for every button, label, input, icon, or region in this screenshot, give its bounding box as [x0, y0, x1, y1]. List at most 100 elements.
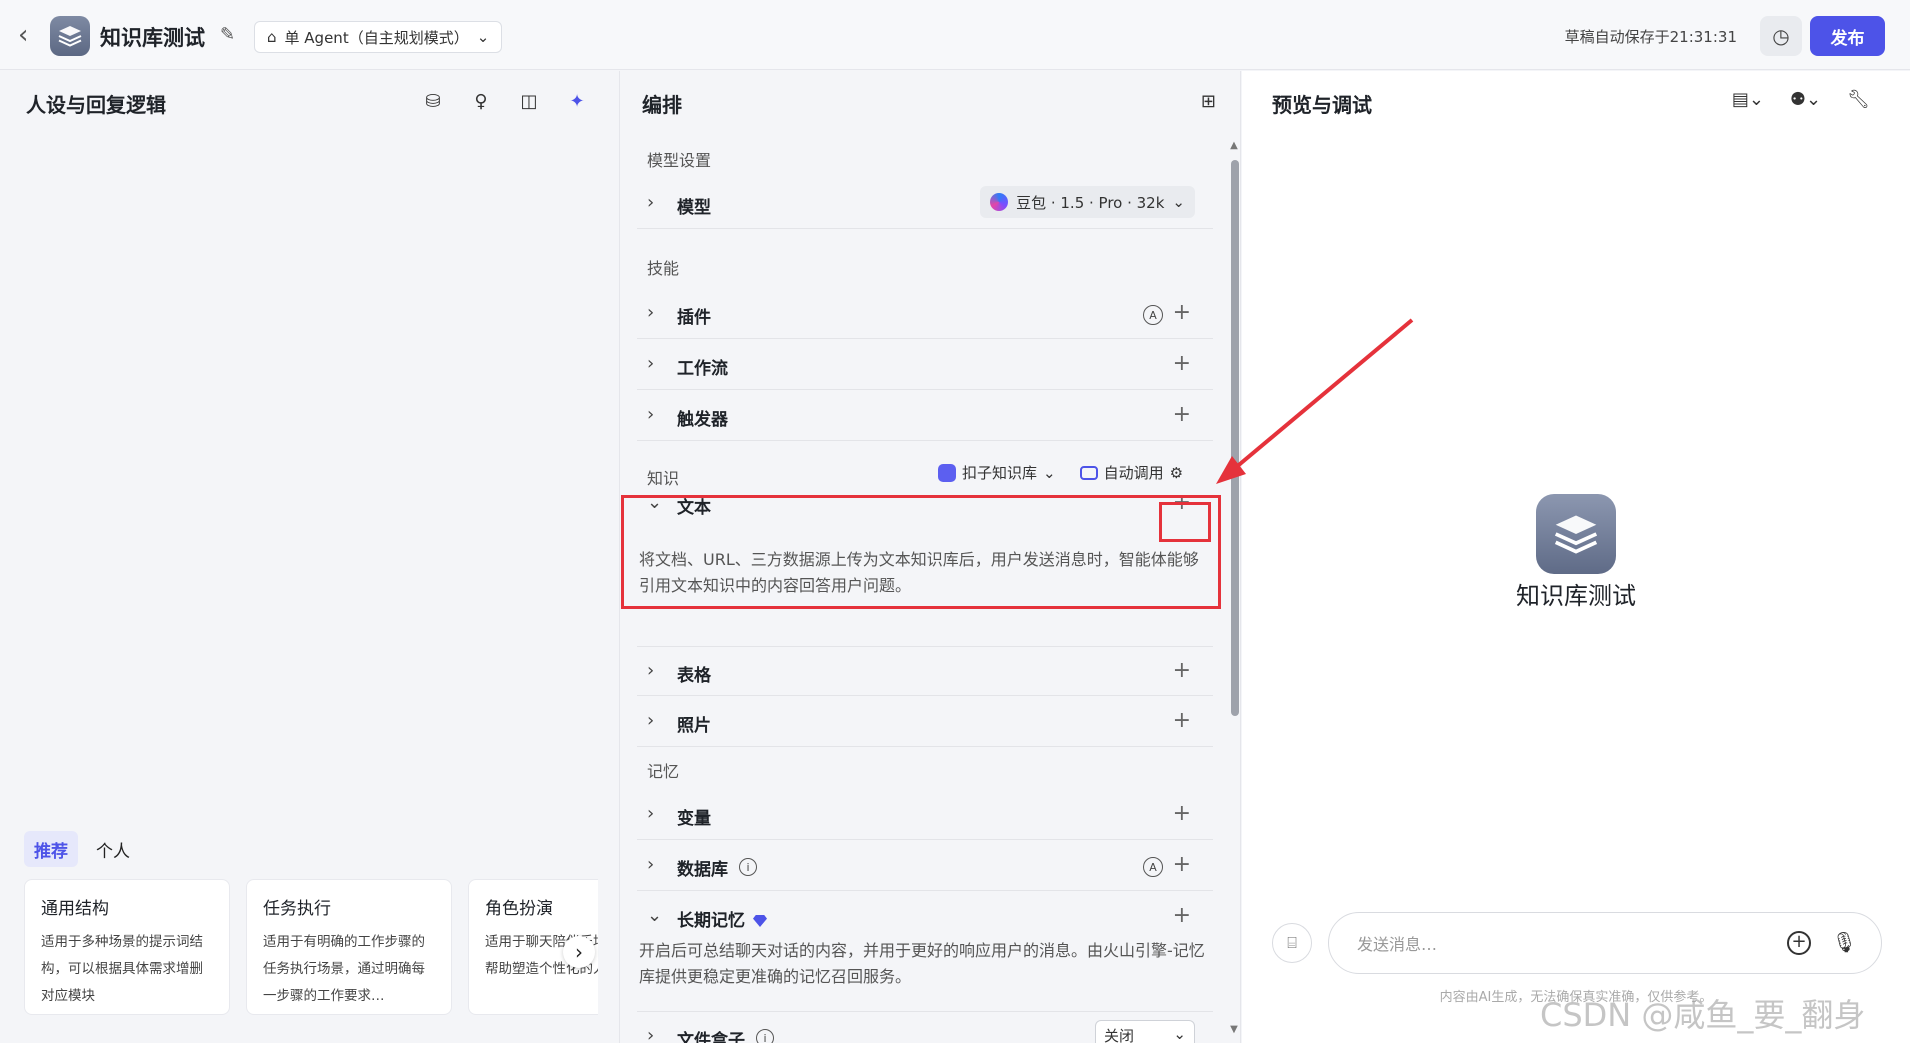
- edit-icon[interactable]: ✎: [220, 24, 242, 46]
- model-select[interactable]: 豆包 · 1.5 · Pro · 32k ⌄: [980, 186, 1195, 218]
- publish-button[interactable]: 发布: [1810, 16, 1885, 56]
- scroll-down-arrow[interactable]: ▼: [1228, 1024, 1240, 1036]
- long-term-memory-row[interactable]: ⌄ 长期记忆 +: [637, 892, 1213, 942]
- persona-panel: 人设与回复逻辑 ⛁ ♀ ◫ ✦ 推荐 个人 通用结构 适用于多种场景的提示词结构…: [0, 71, 620, 1043]
- model-label: 模型: [677, 198, 711, 218]
- long-term-memory-label: 长期记忆: [677, 906, 767, 931]
- template-cards: 通用结构 适用于多种场景的提示词结构，可以根据具体需求增删对应模块 任务执行 适…: [24, 879, 598, 1029]
- add-ltm-icon[interactable]: +: [1173, 903, 1191, 928]
- robot-icon: [1079, 465, 1098, 480]
- database-row[interactable]: › 数据库 i A +: [637, 841, 1213, 891]
- file-box-value: 关闭: [1104, 1027, 1135, 1043]
- auto-icon[interactable]: A: [1143, 857, 1163, 877]
- settings-icon[interactable]: ⚙: [1170, 464, 1183, 482]
- orchestration-title: 编排: [642, 93, 682, 117]
- microphone-icon[interactable]: 🎙︎: [1832, 930, 1857, 954]
- debug-icon[interactable]: ⚉⌄: [1790, 89, 1821, 110]
- card-title: 通用结构: [41, 899, 109, 919]
- chevron-right-icon: ›: [647, 803, 655, 824]
- ai-optimize-icon[interactable]: ✦: [565, 89, 589, 113]
- template-card[interactable]: 任务执行 适用于有明确的工作步骤的任务执行场景，通过明确每一步骤的工作要求…: [246, 879, 452, 1015]
- add-trigger-icon[interactable]: +: [1173, 402, 1191, 427]
- history-icon: ◷: [1772, 24, 1790, 48]
- variable-row[interactable]: › 变量 +: [637, 790, 1213, 840]
- add-plugin-icon[interactable]: +: [1173, 300, 1191, 325]
- kb-auto-call[interactable]: 自动调用 ⚙: [1079, 462, 1183, 483]
- wrench-icon[interactable]: 🔧︎: [1847, 89, 1870, 110]
- add-database-icon[interactable]: +: [1173, 852, 1191, 877]
- model-row[interactable]: › 模型 豆包 · 1.5 · Pro · 32k ⌄: [637, 179, 1213, 229]
- auto-icon[interactable]: A: [1143, 305, 1163, 325]
- file-box-label: 文件盒子: [677, 1031, 745, 1043]
- history-button[interactable]: ◷: [1760, 16, 1802, 56]
- info-icon[interactable]: i: [739, 858, 757, 876]
- workflow-label: 工作流: [677, 359, 728, 379]
- clear-context-button[interactable]: ⌸: [1272, 923, 1312, 963]
- app-title: 知识库测试: [100, 26, 205, 50]
- agent-mode-label: 单 Agent（自主规划模式）: [284, 28, 469, 47]
- chevron-right-icon: ›: [647, 192, 655, 213]
- prompt-library-icon[interactable]: ⛁: [421, 89, 445, 113]
- add-variable-icon[interactable]: +: [1173, 801, 1191, 826]
- table-knowledge-label: 表格: [677, 666, 711, 686]
- autosave-status: 草稿自动保存于21:31:31: [1564, 28, 1737, 46]
- log-view-icon[interactable]: ▤⌄: [1732, 89, 1764, 110]
- chevron-right-icon: ›: [647, 404, 655, 425]
- workflow-row[interactable]: › 工作流 +: [637, 340, 1213, 390]
- file-box-row[interactable]: › 文件盒子 i 关闭 ⌄: [637, 1011, 1213, 1043]
- memory-section-label: 记忆: [647, 762, 680, 781]
- message-input[interactable]: [1357, 929, 1777, 959]
- template-card[interactable]: 通用结构 适用于多种场景的提示词结构，可以根据具体需求增删对应模块: [24, 879, 230, 1015]
- scrollbar-thumb[interactable]: [1231, 160, 1239, 716]
- chevron-right-icon: ›: [647, 1025, 655, 1043]
- premium-diamond-icon: [753, 915, 767, 927]
- card-desc: 适用于多种场景的提示词结构，可以根据具体需求增删对应模块: [41, 934, 203, 1004]
- model-value: 豆包 · 1.5 · Pro · 32k: [1016, 193, 1165, 212]
- coze-kb-logo-icon: [938, 463, 956, 482]
- lightbulb-icon[interactable]: ♀: [469, 89, 493, 113]
- database-label: 数据库: [677, 860, 728, 880]
- add-table-knowledge-icon[interactable]: +: [1173, 658, 1191, 683]
- chevron-down-icon: ⌄: [1173, 1025, 1186, 1043]
- persona-title: 人设与回复逻辑: [26, 93, 166, 117]
- chevron-right-icon: ›: [647, 660, 655, 681]
- chevron-right-icon: ›: [647, 302, 655, 323]
- kb-source-select[interactable]: 扣子知识库 ⌄: [938, 462, 1056, 483]
- card-title: 角色扮演: [485, 899, 553, 919]
- cards-next-button[interactable]: ›: [563, 936, 595, 968]
- info-icon[interactable]: i: [756, 1029, 774, 1043]
- scroll-up-arrow[interactable]: ▲: [1228, 140, 1240, 152]
- file-box-select[interactable]: 关闭 ⌄: [1095, 1020, 1195, 1043]
- table-knowledge-row[interactable]: › 表格 +: [637, 646, 1213, 696]
- trigger-row[interactable]: › 触发器 +: [637, 391, 1213, 441]
- back-icon[interactable]: ‹: [18, 22, 44, 48]
- tab-personal[interactable]: 个人: [86, 831, 140, 867]
- skills-section-label: 技能: [647, 259, 680, 278]
- photo-knowledge-label: 照片: [677, 716, 711, 736]
- agent-mode-select[interactable]: ⌂ 单 Agent（自主规划模式） ⌄: [254, 21, 503, 53]
- agent-icon: ⌂: [267, 28, 277, 46]
- plugin-row[interactable]: › 插件 A +: [637, 289, 1213, 339]
- layout-grid-icon[interactable]: ⊞: [1201, 91, 1216, 112]
- chevron-right-icon: ›: [647, 710, 655, 731]
- chevron-down-icon: ⌄: [647, 905, 663, 926]
- model-section-label: 模型设置: [647, 151, 712, 170]
- add-workflow-icon[interactable]: +: [1173, 351, 1191, 376]
- add-photo-knowledge-icon[interactable]: +: [1173, 708, 1191, 733]
- bot-name: 知识库测试: [1516, 582, 1636, 610]
- tab-recommend[interactable]: 推荐: [24, 831, 78, 867]
- compare-icon[interactable]: ◫: [517, 89, 541, 113]
- chevron-down-icon: ⌄: [1172, 193, 1185, 211]
- add-attachment-icon[interactable]: +: [1787, 931, 1811, 955]
- plugin-label: 插件: [677, 308, 711, 328]
- preview-panel: 预览与调试 ▤⌄ ⚉⌄ 🔧︎ 知识库测试 ⌸ + 🎙︎ 内容由AI生成，无法确保…: [1242, 71, 1910, 1043]
- variable-label: 变量: [677, 809, 711, 829]
- knowledge-tools: 扣子知识库 ⌄ 自动调用 ⚙: [938, 462, 1183, 483]
- bot-avatar: [1536, 494, 1616, 574]
- annotation-highlight-add-button: [1159, 502, 1211, 542]
- chevron-right-icon: ›: [647, 854, 655, 875]
- photo-knowledge-row[interactable]: › 照片 +: [637, 697, 1213, 747]
- card-desc: 适用于有明确的工作步骤的任务执行场景，通过明确每一步骤的工作要求…: [263, 934, 425, 1004]
- doubao-logo-icon: [990, 193, 1009, 211]
- broom-icon: ⌸: [1287, 933, 1297, 952]
